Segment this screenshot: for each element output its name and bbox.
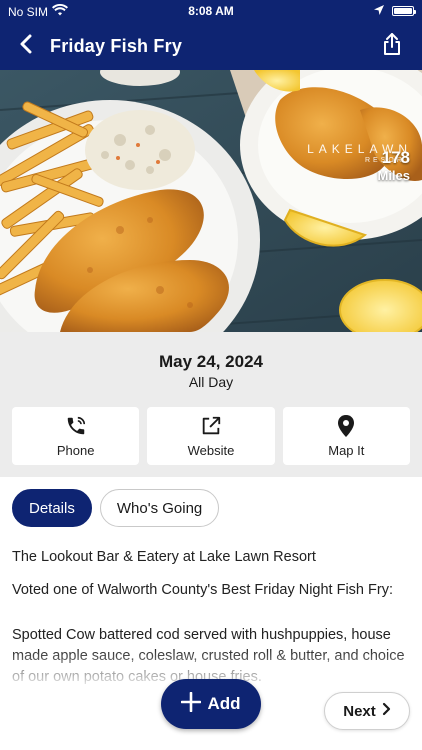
distance-value: 178 [381,148,410,167]
share-button[interactable] [372,26,412,66]
nav-bar: Friday Fish Fry [0,22,422,70]
external-link-icon [199,414,223,438]
venue-name: The Lookout Bar & Eatery at Lake Lawn Re… [12,549,316,565]
page-title: Friday Fish Fry [50,35,183,56]
phone-button[interactable]: Phone [12,407,140,465]
website-button[interactable]: Website [147,407,275,465]
next-button[interactable]: Next [324,692,410,730]
location-arrow-icon [374,4,384,18]
event-hero-image: LAKELAWN RESORT 178 Miles [0,70,422,332]
detail-tabs: Details Who's Going [12,489,220,527]
tab-whos-going[interactable]: Who's Going [99,489,220,527]
chevron-right-icon [382,702,391,720]
phone-icon [64,414,88,438]
phone-label: Phone [56,443,95,458]
status-time: 8:08 AM [188,4,234,18]
details-content: The Lookout Bar & Eatery at Lake Lawn Re… [12,547,410,700]
status-bar: No SIM 8:08 AM [0,0,422,22]
map-it-button[interactable]: Map It [282,407,410,465]
top-bar: No SIM 8:08 AM Friday Fish Fry [0,0,422,70]
map-it-label: Map It [328,443,365,458]
plus-icon [181,691,202,717]
event-date: May 24, 2024 [159,352,263,371]
event-time: All Day [188,374,234,390]
distance-unit: Miles [377,168,410,183]
event-info-panel: May 24, 2024 All Day Phone Website Map I… [0,332,422,477]
next-label: Next [343,702,376,720]
battery-icon [392,6,416,16]
add-button[interactable]: Add [161,679,261,729]
back-button[interactable] [4,26,48,66]
share-icon [382,32,402,61]
website-label: Website [187,443,235,458]
map-pin-icon [334,414,358,438]
tab-details[interactable]: Details [12,489,92,527]
distance-label: 178 Miles [377,148,410,183]
add-label: Add [207,694,241,713]
action-buttons: Phone Website Map It [12,407,410,465]
chevron-left-icon [19,34,33,59]
tagline: Voted one of Walworth County's Best Frid… [12,582,393,598]
